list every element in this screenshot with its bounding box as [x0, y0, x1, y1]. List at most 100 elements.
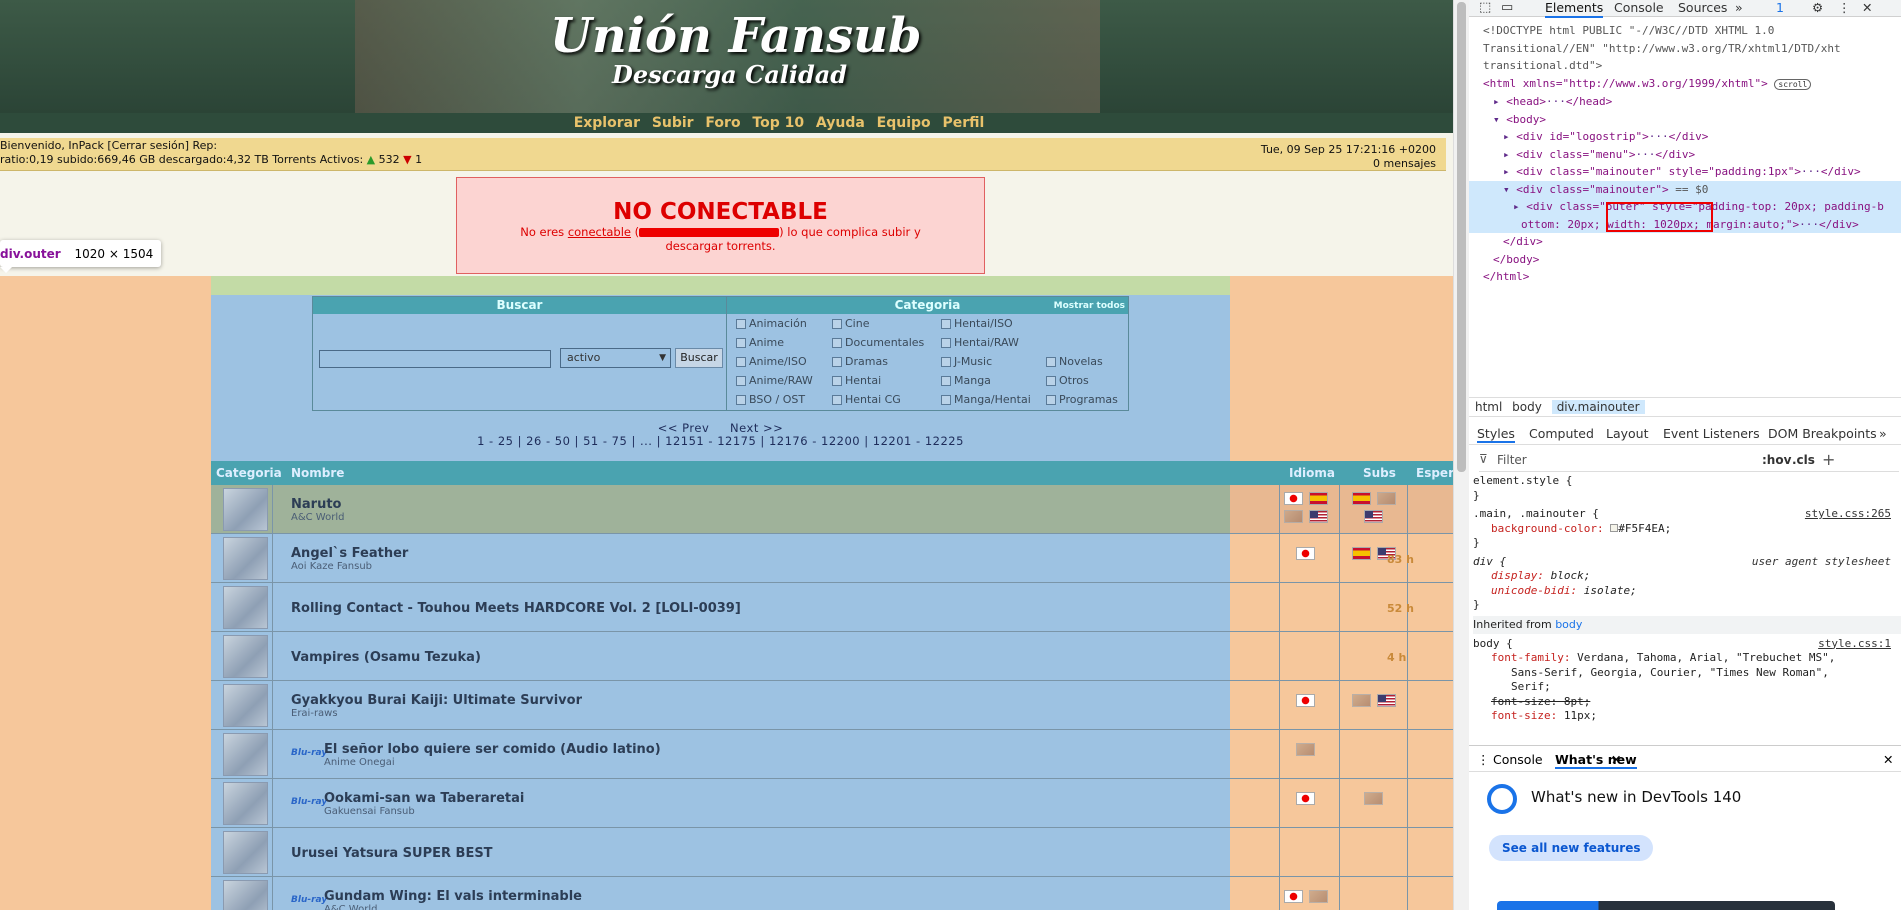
cat-programas[interactable]: Programas — [1046, 393, 1118, 406]
category-thumbnail[interactable] — [223, 782, 268, 825]
drawer-tab-whats-new[interactable]: What's new — [1555, 752, 1637, 769]
crumb-body[interactable]: body — [1512, 400, 1542, 414]
cat-jmusic[interactable]: J-Music — [941, 355, 992, 368]
cat-documentales[interactable]: Documentales — [832, 336, 924, 349]
menu-subir[interactable]: Subir — [652, 115, 694, 131]
tab-computed[interactable]: Computed — [1529, 426, 1594, 441]
col-nombre[interactable]: Nombre — [291, 466, 344, 480]
drawer-menu-icon[interactable]: ⋮ — [1477, 752, 1490, 767]
checkbox[interactable] — [832, 318, 842, 329]
torrent-name-link[interactable]: Gyakkyou Burai Kaiji: Ultimate Survivor — [291, 693, 582, 708]
checkbox[interactable] — [832, 337, 842, 348]
table-row[interactable]: Vampires (Osamu Tezuka) 4 h — [211, 632, 1453, 681]
cat-bso-ost[interactable]: BSO / OST — [736, 393, 805, 406]
col-idioma[interactable]: Idioma — [1289, 466, 1335, 480]
checkbox[interactable] — [736, 318, 746, 329]
menu-equipo[interactable]: Equipo — [877, 115, 931, 131]
cat-cine[interactable]: Cine — [832, 317, 869, 330]
checkbox[interactable] — [736, 375, 746, 386]
checkbox[interactable] — [941, 318, 951, 329]
tab-layout[interactable]: Layout — [1606, 426, 1649, 441]
node-menu[interactable]: ▸ <div class="menu">···</div> — [1469, 146, 1901, 164]
category-thumbnail[interactable] — [223, 880, 268, 910]
gear-icon[interactable]: ⚙ — [1812, 0, 1823, 16]
torrent-name-link[interactable]: El señor lobo quiere ser comido (Audio l… — [324, 742, 661, 757]
checkbox[interactable] — [832, 394, 842, 405]
prev-link[interactable]: << Prev — [658, 421, 710, 435]
col-categoria[interactable]: Categoria — [216, 466, 282, 480]
category-thumbnail[interactable] — [223, 831, 268, 874]
checkbox[interactable] — [832, 356, 842, 367]
connectable-link[interactable]: conectable — [568, 225, 631, 239]
search-input[interactable] — [319, 350, 551, 368]
device-icon[interactable]: ▭ — [1501, 0, 1513, 16]
category-thumbnail[interactable] — [223, 586, 268, 629]
add-rule-icon[interactable]: + — [1822, 450, 1835, 469]
node-mainouter-1[interactable]: ▸ <div class="mainouter" style="padding:… — [1469, 163, 1901, 181]
issues-badge[interactable]: 1 — [1776, 0, 1784, 16]
cat-anime[interactable]: Anime — [736, 336, 784, 349]
torrent-name-link[interactable]: Rolling Contact - Touhou Meets HARDCORE … — [291, 601, 741, 616]
category-thumbnail[interactable] — [223, 537, 268, 580]
tab-styles[interactable]: Styles — [1477, 426, 1515, 443]
cat-manga[interactable]: Manga — [941, 374, 991, 387]
tab-event-listeners[interactable]: Event Listeners — [1663, 426, 1760, 441]
table-row[interactable]: Rolling Contact - Touhou Meets HARDCORE … — [211, 583, 1453, 632]
table-row[interactable]: Angel`s Feather Aoi Kaze Fansub 83 h — [211, 534, 1453, 583]
table-row[interactable]: Blu-ray El señor lobo quiere ser comido (… — [211, 730, 1453, 779]
cat-manga-hentai[interactable]: Manga/Hentai — [941, 393, 1031, 406]
table-row[interactable]: Blu-ray Ookami-san wa Taberaretai Gakuensa… — [211, 779, 1453, 828]
node-html[interactable]: <html xmlns="http://www.w3.org/1999/xhtm… — [1469, 75, 1901, 94]
close-icon[interactable]: ✕ — [1862, 0, 1872, 16]
more-subtabs-icon[interactable]: » — [1879, 426, 1887, 441]
table-row[interactable]: Urusei Yatsura SUPER BEST — [211, 828, 1453, 877]
node-body[interactable]: ▾ <body> — [1469, 111, 1901, 129]
scroll-badge[interactable]: scroll — [1774, 78, 1812, 90]
hov-toggle[interactable]: :hov — [1762, 453, 1791, 467]
torrent-name-link[interactable]: Ookami-san wa Taberaretai — [324, 791, 524, 806]
node-mainouter-selected[interactable]: ▾ <div class="mainouter"> == $0 — [1469, 180, 1901, 198]
page-scrollbar[interactable] — [1453, 0, 1469, 910]
menu-explorar[interactable]: Explorar — [574, 115, 640, 131]
crumb-html[interactable]: html — [1475, 400, 1502, 414]
cat-hentai-iso[interactable]: Hentai/ISO — [941, 317, 1013, 330]
next-link[interactable]: Next >> — [730, 421, 783, 435]
inspect-icon[interactable]: ⬚ — [1479, 0, 1491, 16]
menu-top10[interactable]: Top 10 — [752, 115, 804, 131]
tab-elements[interactable]: Elements — [1545, 0, 1604, 18]
more-tabs-icon[interactable]: » — [1735, 0, 1743, 16]
torrent-name-link[interactable]: Naruto — [291, 497, 341, 512]
more-menu-icon[interactable]: ⋮ — [1838, 0, 1851, 16]
node-head[interactable]: ▸ <head>···</head> — [1469, 93, 1901, 111]
table-row[interactable]: Naruto A&C World — [211, 485, 1453, 534]
cat-hentai-raw[interactable]: Hentai/RAW — [941, 336, 1019, 349]
category-thumbnail[interactable] — [223, 733, 268, 776]
cat-otros[interactable]: Otros — [1046, 374, 1089, 387]
cls-toggle[interactable]: .cls — [1792, 453, 1815, 467]
table-row[interactable]: Gyakkyou Burai Kaiji: Ultimate Survivor E… — [211, 681, 1453, 730]
menu-perfil[interactable]: Perfil — [942, 115, 984, 131]
category-thumbnail[interactable] — [223, 635, 268, 678]
show-all-link[interactable]: Mostrar todos — [1054, 298, 1125, 315]
page-links[interactable]: 1 - 25 | 26 - 50 | 51 - 75 | ... | 12151… — [211, 435, 1230, 448]
status-select[interactable]: activo ▼ — [560, 348, 671, 368]
cat-animacion[interactable]: Animación — [736, 317, 807, 330]
drawer-tab-console[interactable]: Console — [1493, 752, 1543, 767]
see-all-features-button[interactable]: See all new features — [1489, 835, 1654, 861]
menu-foro[interactable]: Foro — [705, 115, 740, 131]
checkbox[interactable] — [1046, 375, 1056, 386]
cat-anime-iso[interactable]: Anime/ISO — [736, 355, 807, 368]
torrent-name-link[interactable]: Angel`s Feather — [291, 546, 408, 561]
tab-sources[interactable]: Sources — [1678, 0, 1727, 16]
torrent-name-link[interactable]: Gundam Wing: El vals interminable — [324, 889, 582, 904]
tab-dom-breakpoints[interactable]: DOM Breakpoints — [1768, 426, 1877, 441]
checkbox[interactable] — [941, 337, 951, 348]
menu-ayuda[interactable]: Ayuda — [816, 115, 865, 131]
checkbox[interactable] — [941, 375, 951, 386]
checkbox[interactable] — [736, 356, 746, 367]
checkbox[interactable] — [941, 394, 951, 405]
close-tab-icon[interactable]: ✕ — [1611, 752, 1621, 767]
checkbox[interactable] — [1046, 356, 1056, 367]
cat-hentai[interactable]: Hentai — [832, 374, 881, 387]
cat-novelas[interactable]: Novelas — [1046, 355, 1103, 368]
